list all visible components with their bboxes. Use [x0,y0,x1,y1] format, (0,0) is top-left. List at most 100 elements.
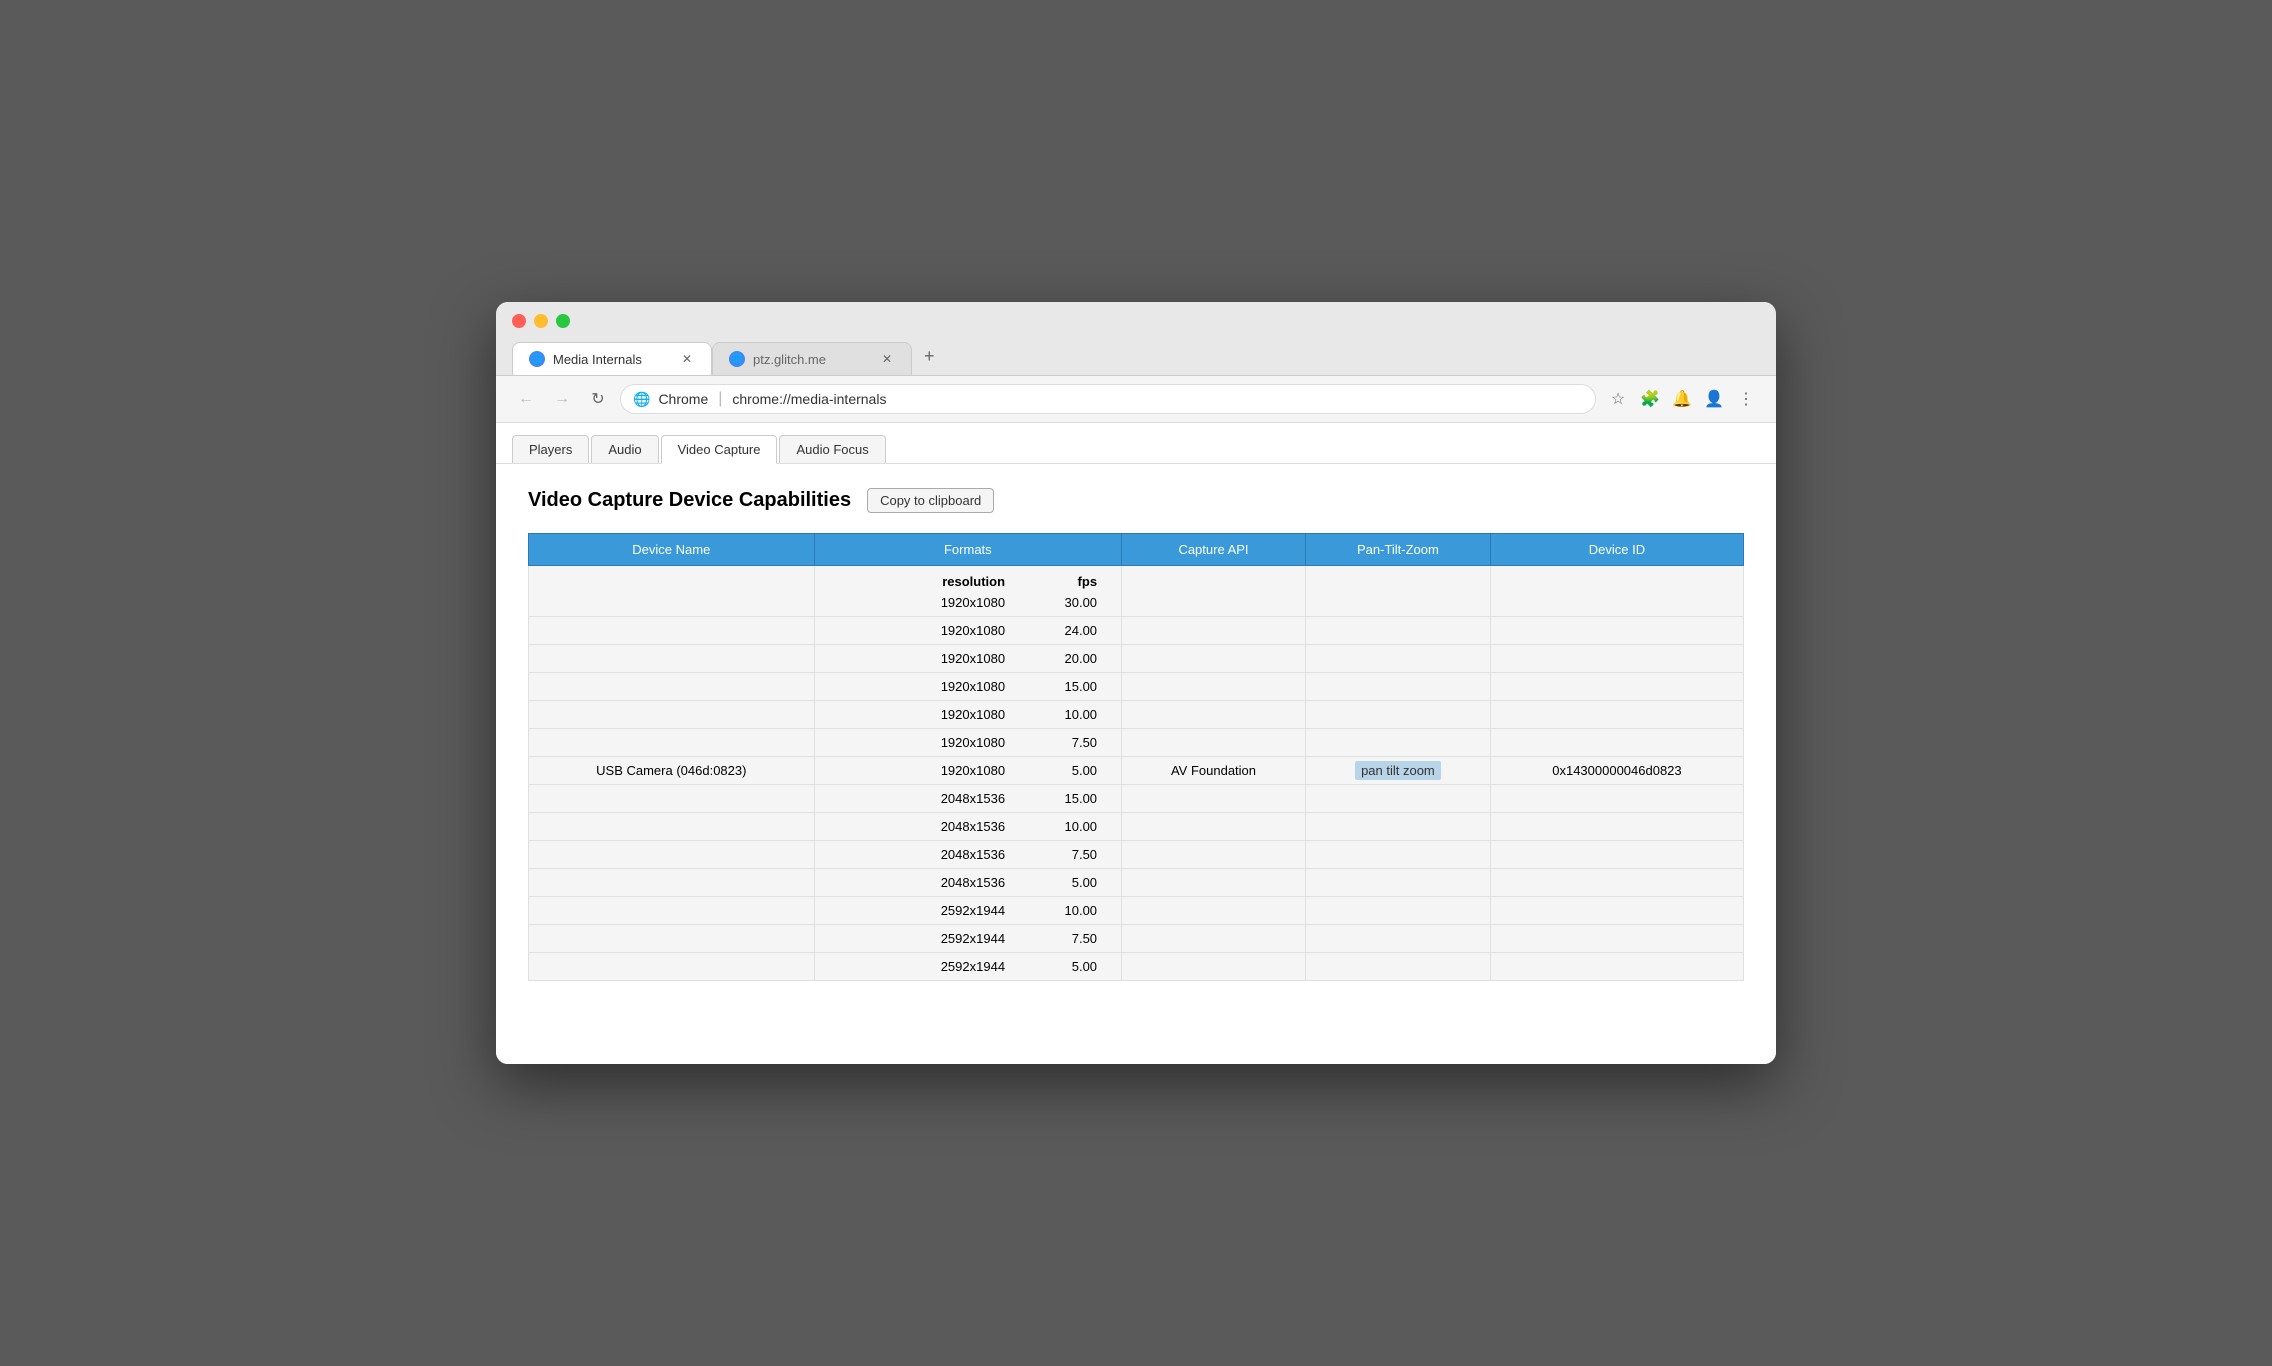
forward-button[interactable]: → [548,385,576,413]
ptz-cell [1305,953,1490,981]
table-row: 2592x194410.00 [529,897,1744,925]
format-resolution: 2592x1944 [831,959,1037,974]
device-name-cell [529,673,815,701]
ptz-cell [1305,897,1490,925]
reload-button[interactable]: ↻ [584,385,612,413]
close-button[interactable] [512,314,526,328]
format-resolution: 1920x1080 [831,679,1037,694]
table-row: resolutionfps1920x108030.00 [529,566,1744,617]
device-id-cell [1490,785,1743,813]
format-cell: resolutionfps1920x108030.00 [814,566,1121,617]
format-resolution: 2592x1944 [831,931,1037,946]
minimize-button[interactable] [534,314,548,328]
col-header-ptz: Pan-Tilt-Zoom [1305,534,1490,566]
capture-api-cell [1122,566,1306,617]
format-fps: 5.00 [1037,959,1097,974]
capture-api-cell [1122,953,1306,981]
format-cell: 2592x19447.50 [814,925,1121,953]
toolbar-actions: ☆ 🧩 🔔 👤 ⋮ [1604,385,1760,413]
back-button[interactable]: ← [512,385,540,413]
browser-window: 🌐 Media Internals ✕ 🌐 ptz.glitch.me ✕ + … [496,302,1776,1064]
capture-api-cell [1122,897,1306,925]
ptz-cell [1305,701,1490,729]
table-row: 2048x15365.00 [529,869,1744,897]
format-cell: 1920x108010.00 [814,701,1121,729]
table-row: 2048x153615.00 [529,785,1744,813]
tabs-bar: 🌐 Media Internals ✕ 🌐 ptz.glitch.me ✕ + [512,338,1760,375]
device-name-cell [529,813,815,841]
tab-favicon-2: 🌐 [729,351,745,367]
capture-api-cell [1122,925,1306,953]
section-title-row: Video Capture Device Capabilities Copy t… [528,488,1744,513]
format-resolution: 1920x1080 [831,735,1037,750]
format-cell: 1920x108015.00 [814,673,1121,701]
star-icon[interactable]: ☆ [1604,385,1632,413]
tab-audio[interactable]: Audio [591,435,658,463]
browser-tab-media-internals[interactable]: 🌐 Media Internals ✕ [512,342,712,375]
maximize-button[interactable] [556,314,570,328]
device-name-cell [529,729,815,757]
capabilities-table: Device Name Formats Capture API Pan-Tilt… [528,533,1744,981]
format-resolution: 2048x1536 [831,791,1037,806]
format-cell: 2592x19445.00 [814,953,1121,981]
more-icon[interactable]: ⋮ [1732,385,1760,413]
tab-video-capture[interactable]: Video Capture [661,435,778,464]
format-fps: 15.00 [1037,679,1097,694]
ptz-cell [1305,925,1490,953]
col-header-capture-api: Capture API [1122,534,1306,566]
capture-api-cell [1122,785,1306,813]
capture-api-cell [1122,813,1306,841]
device-id-cell [1490,617,1743,645]
address-bar-icon: 🌐 [633,391,650,408]
tab-players[interactable]: Players [512,435,589,463]
format-fps: 24.00 [1037,623,1097,638]
device-name-cell [529,897,815,925]
copy-to-clipboard-button[interactable]: Copy to clipboard [867,488,994,513]
format-cell: 2592x194410.00 [814,897,1121,925]
format-cell: 1920x108024.00 [814,617,1121,645]
col-header-formats: Formats [814,534,1121,566]
extensions-icon[interactable]: 🧩 [1636,385,1664,413]
tab-close-icon[interactable]: ✕ [679,351,695,367]
device-name-cell [529,701,815,729]
table-row: 1920x108024.00 [529,617,1744,645]
format-cell: 1920x10807.50 [814,729,1121,757]
table-row: 2592x19445.00 [529,953,1744,981]
capture-api-cell [1122,617,1306,645]
nav-tabs: Players Audio Video Capture Audio Focus [496,423,1776,464]
profile-icon[interactable]: 👤 [1700,385,1728,413]
ptz-cell [1305,869,1490,897]
device-id-cell [1490,673,1743,701]
address-bar[interactable]: 🌐 Chrome | chrome://media-internals [620,384,1596,414]
tab-close-icon-2[interactable]: ✕ [879,351,895,367]
format-fps: 10.00 [1037,903,1097,918]
format-fps: 10.00 [1037,819,1097,834]
device-id-cell: 0x14300000046d0823 [1490,757,1743,785]
capture-api-cell: AV Foundation [1122,757,1306,785]
format-cell: 2048x15367.50 [814,841,1121,869]
table-row: 1920x10807.50 [529,729,1744,757]
format-cell: 1920x10805.00 [814,757,1121,785]
device-name-cell [529,841,815,869]
main-content: Video Capture Device Capabilities Copy t… [496,464,1776,1064]
browser-tab-ptz[interactable]: 🌐 ptz.glitch.me ✕ [712,342,912,375]
device-name-cell [529,925,815,953]
tab-audio-focus[interactable]: Audio Focus [779,435,885,463]
col-header-device-id: Device ID [1490,534,1743,566]
capture-api-cell [1122,841,1306,869]
traffic-lights [512,314,1760,328]
ptz-cell: pan tilt zoom [1305,757,1490,785]
tab-favicon: 🌐 [529,351,545,367]
bell-icon[interactable]: 🔔 [1668,385,1696,413]
format-fps: 30.00 [1037,595,1097,610]
device-id-cell [1490,897,1743,925]
device-id-cell [1490,645,1743,673]
format-fps: 20.00 [1037,651,1097,666]
table-header-row: Device Name Formats Capture API Pan-Tilt… [529,534,1744,566]
new-tab-button[interactable]: + [912,338,947,375]
format-resolution: 2048x1536 [831,875,1037,890]
device-id-cell [1490,729,1743,757]
capture-api-cell [1122,729,1306,757]
titlebar: 🌐 Media Internals ✕ 🌐 ptz.glitch.me ✕ + [496,302,1776,376]
ptz-cell [1305,673,1490,701]
